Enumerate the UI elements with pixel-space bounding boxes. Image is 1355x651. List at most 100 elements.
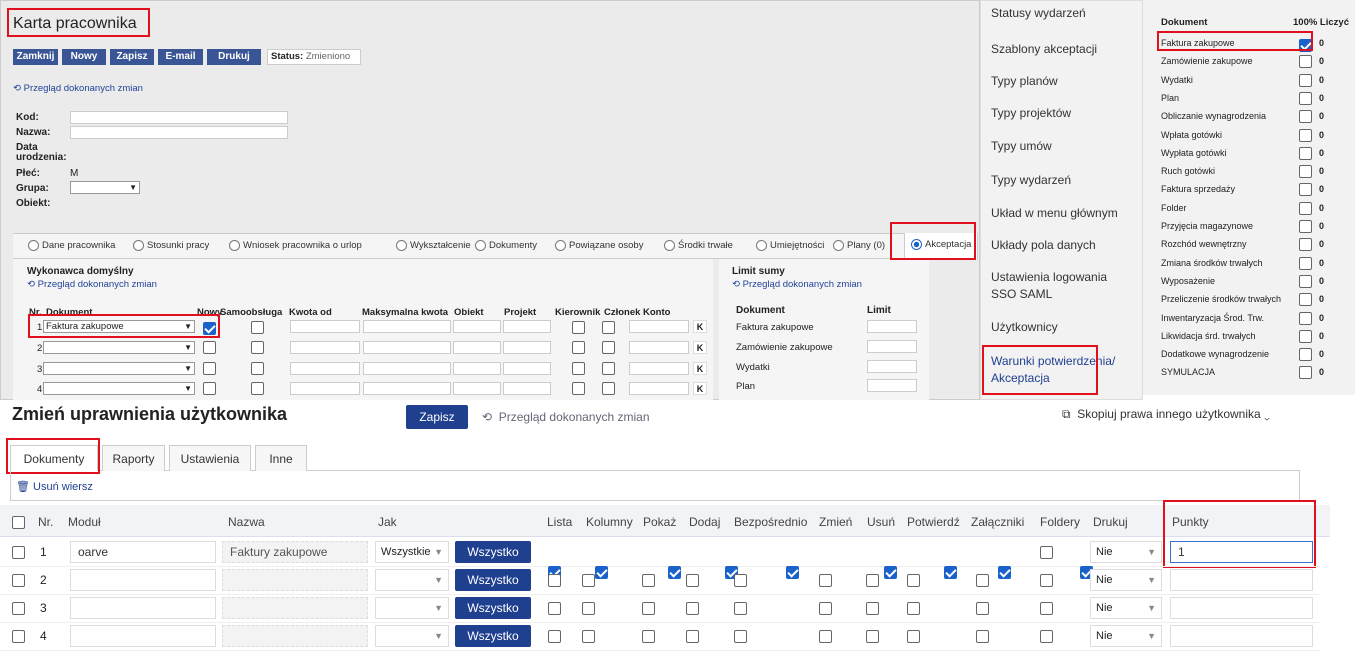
- permission-checkbox[interactable]: [582, 574, 595, 587]
- permission-checkbox[interactable]: [734, 574, 747, 587]
- row-projekt-input[interactable]: [503, 382, 551, 395]
- permission-checkbox[interactable]: [976, 602, 989, 615]
- tab-inne[interactable]: Inne: [255, 445, 307, 471]
- row-max-kwota-input[interactable]: [363, 341, 451, 354]
- permission-checkbox[interactable]: [548, 602, 561, 615]
- copy-rights-dropdown[interactable]: ⧉ Skopiuj prawa innego użytkownika ⌄: [1062, 407, 1270, 422]
- doc-list-checkbox[interactable]: [1299, 39, 1312, 53]
- row-max-kwota-input[interactable]: [363, 362, 451, 375]
- history-link[interactable]: ⟲ Przegląd dokonanych zmian: [13, 83, 143, 94]
- modul-input[interactable]: oarve: [70, 541, 216, 563]
- tab-wniosek-urlop[interactable]: Wniosek pracownika o urlop: [229, 240, 362, 251]
- menu-item[interactable]: Ustawienia logowania SSO SAML: [991, 269, 1131, 303]
- wszystko-button[interactable]: Wszystko: [455, 597, 531, 619]
- drukuj-select[interactable]: Nie ▼: [1090, 625, 1162, 647]
- row-kierownik-checkbox[interactable]: [572, 382, 585, 395]
- row-konto-input[interactable]: [629, 320, 689, 333]
- permission-checkbox[interactable]: [734, 602, 747, 615]
- punkty-input[interactable]: [1170, 569, 1313, 591]
- row-document-select[interactable]: ▼: [43, 341, 195, 354]
- row-nowy-checkbox[interactable]: [203, 382, 216, 395]
- permission-checkbox[interactable]: [907, 630, 920, 643]
- doc-list-checkbox[interactable]: [1299, 74, 1312, 87]
- jak-select[interactable]: ▼: [375, 569, 449, 591]
- permission-checkbox[interactable]: [819, 630, 832, 643]
- menu-item[interactable]: Układ w menu głównym: [991, 205, 1118, 222]
- doc-list-checkbox[interactable]: [1299, 129, 1312, 142]
- row-k-button[interactable]: K: [693, 320, 707, 333]
- modul-input[interactable]: [70, 597, 216, 619]
- row-czlonek-checkbox[interactable]: [602, 362, 615, 375]
- doc-list-checkbox[interactable]: [1299, 92, 1312, 105]
- permission-checkbox[interactable]: [642, 630, 655, 643]
- permission-checkbox[interactable]: [734, 630, 747, 643]
- close-button[interactable]: Zamknij: [13, 49, 58, 65]
- jak-select[interactable]: Wszystkie ▼: [375, 541, 449, 563]
- doc-list-checkbox[interactable]: [1299, 293, 1312, 306]
- select-all-checkbox[interactable]: [12, 516, 25, 529]
- drukuj-select[interactable]: Nie ▼: [1090, 597, 1162, 619]
- permission-checkbox[interactable]: [1040, 602, 1053, 615]
- row-nowy-checkbox[interactable]: [203, 322, 216, 336]
- doc-list-checkbox[interactable]: [1299, 257, 1312, 270]
- limit-history-link[interactable]: ⟲ Przegląd dokonanych zmian: [732, 279, 862, 290]
- menu-item[interactable]: Typy planów: [991, 73, 1058, 90]
- permission-checkbox[interactable]: [976, 574, 989, 587]
- row-k-button[interactable]: K: [693, 341, 707, 354]
- drukuj-select[interactable]: Nie ▼: [1090, 541, 1162, 563]
- nazwa-input[interactable]: [70, 126, 288, 139]
- permission-checkbox[interactable]: [1040, 574, 1053, 587]
- limit-input[interactable]: [867, 340, 917, 353]
- permission-checkbox[interactable]: [1040, 546, 1053, 559]
- row-kwota-od-input[interactable]: [290, 341, 360, 354]
- permission-checkbox[interactable]: [642, 574, 655, 587]
- print-button[interactable]: Drukuj: [207, 49, 261, 65]
- section-history-link[interactable]: ⟲ Przegląd dokonanych zmian: [27, 279, 157, 290]
- tab-srodki-trwale[interactable]: Środki trwałe: [664, 240, 733, 251]
- permission-checkbox[interactable]: [686, 574, 699, 587]
- permission-checkbox[interactable]: [976, 630, 989, 643]
- wszystko-button[interactable]: Wszystko: [455, 625, 531, 647]
- doc-list-checkbox[interactable]: [1299, 330, 1312, 343]
- row-max-kwota-input[interactable]: [363, 320, 451, 333]
- row-projekt-input[interactable]: [503, 341, 551, 354]
- modul-input[interactable]: [70, 569, 216, 591]
- limit-input[interactable]: [867, 320, 917, 333]
- row-obiekt-input[interactable]: [453, 341, 501, 354]
- email-button[interactable]: E-mail: [158, 49, 203, 65]
- menu-item[interactable]: Szablony akceptacji: [991, 41, 1097, 58]
- wszystko-button[interactable]: Wszystko: [455, 541, 531, 563]
- row-kierownik-checkbox[interactable]: [572, 321, 585, 334]
- menu-item[interactable]: Typy wydarzeń: [991, 172, 1071, 189]
- menu-item-active[interactable]: Warunki potwierdzenia/ Akceptacja: [991, 353, 1121, 387]
- permission-checkbox[interactable]: [866, 630, 879, 643]
- row-obiekt-input[interactable]: [453, 382, 501, 395]
- punkty-input[interactable]: [1170, 597, 1313, 619]
- row-kwota-od-input[interactable]: [290, 362, 360, 375]
- permission-checkbox[interactable]: [582, 602, 595, 615]
- doc-list-checkbox[interactable]: [1299, 147, 1312, 160]
- permission-checkbox[interactable]: [548, 630, 561, 643]
- save-button[interactable]: Zapisz: [110, 49, 154, 65]
- row-document-select[interactable]: Faktura zakupowe ▼: [43, 320, 195, 333]
- tab-powiazane-osoby[interactable]: Powiązane osoby: [555, 240, 643, 251]
- menu-item[interactable]: Typy umów: [991, 138, 1052, 155]
- row-konto-input[interactable]: [629, 341, 689, 354]
- rights-save-button[interactable]: Zapisz: [406, 405, 468, 429]
- row-select-checkbox[interactable]: [12, 546, 25, 559]
- punkty-input[interactable]: 1: [1170, 541, 1313, 563]
- row-czlonek-checkbox[interactable]: [602, 341, 615, 354]
- doc-list-checkbox[interactable]: [1299, 366, 1312, 379]
- permission-checkbox[interactable]: [686, 630, 699, 643]
- row-k-button[interactable]: K: [693, 382, 707, 395]
- row-projekt-input[interactable]: [503, 362, 551, 375]
- row-nowy-checkbox[interactable]: [203, 362, 216, 375]
- doc-list-checkbox[interactable]: [1299, 110, 1312, 123]
- doc-list-checkbox[interactable]: [1299, 165, 1312, 178]
- row-kwota-od-input[interactable]: [290, 382, 360, 395]
- row-nowy-checkbox[interactable]: [203, 341, 216, 354]
- tab-wyksztalcenie[interactable]: Wykształcenie: [396, 240, 471, 251]
- row-document-select[interactable]: ▼: [43, 362, 195, 375]
- wszystko-button[interactable]: Wszystko: [455, 569, 531, 591]
- doc-list-checkbox[interactable]: [1299, 183, 1312, 196]
